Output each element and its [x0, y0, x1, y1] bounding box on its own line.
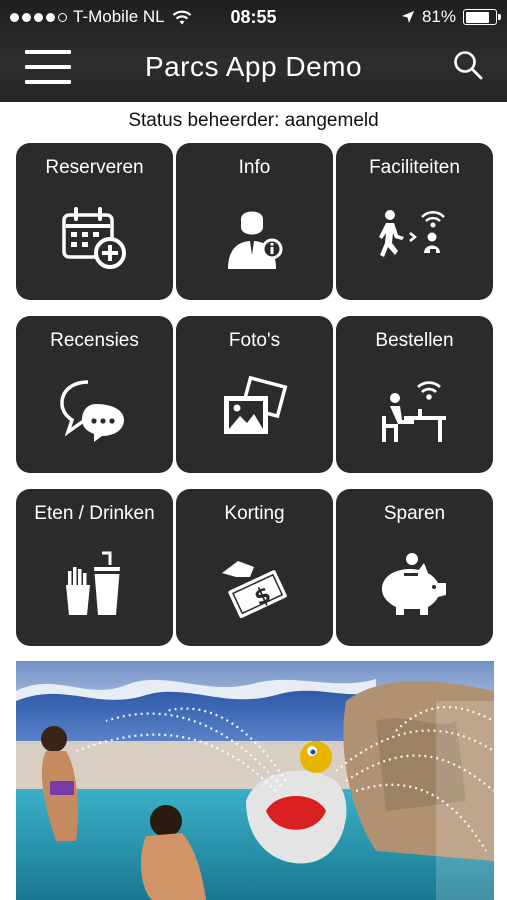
pool-photo — [16, 661, 494, 900]
location-arrow-icon — [401, 11, 414, 23]
tile-label: Bestellen — [375, 330, 454, 351]
photos-icon — [224, 376, 288, 434]
table-wifi-icon — [382, 381, 446, 442]
tile-label: Eten / Drinken — [34, 503, 155, 524]
calendar-add-icon — [62, 207, 126, 269]
tile-label: Foto's — [228, 330, 281, 351]
money-hand-icon: $ — [222, 561, 287, 619]
tile-korting[interactable]: Korting $ — [176, 489, 333, 646]
walking-wifi-icon — [379, 210, 445, 257]
tile-label: Recensies — [50, 330, 139, 351]
tile-fotos[interactable]: Foto's — [176, 316, 333, 473]
tile-label: Korting — [224, 503, 285, 524]
battery-icon — [463, 9, 501, 25]
tile-reserveren[interactable]: Reserveren — [16, 143, 173, 300]
tile-info[interactable]: Info — [176, 143, 333, 300]
tile-label: Reserveren — [45, 157, 144, 178]
search-icon[interactable] — [451, 49, 485, 83]
person-info-icon — [228, 211, 283, 269]
menu-grid: Reserveren Info Faciliteiten Recensies F… — [16, 143, 494, 647]
tile-label: Faciliteiten — [369, 157, 460, 178]
tile-label: Info — [238, 157, 271, 178]
fries-drink-icon — [66, 551, 120, 615]
battery-level — [465, 11, 489, 23]
nav-bar: Parcs App Demo — [0, 34, 507, 102]
tile-bestellen[interactable]: Bestellen — [336, 316, 493, 473]
tile-label: Sparen — [383, 503, 446, 524]
tile-recensies[interactable]: Recensies — [16, 316, 173, 473]
status-bar: T-Mobile NL 08:55 81% — [0, 0, 507, 34]
chat-bubbles-icon — [60, 380, 124, 442]
admin-status-text: Status beheerder: aangemeld — [128, 110, 379, 131]
tile-faciliteiten[interactable]: Faciliteiten — [336, 143, 493, 300]
tile-sparen[interactable]: Sparen — [336, 489, 493, 646]
battery-percent: 81% — [421, 7, 456, 26]
tile-eten-drinken[interactable]: Eten / Drinken — [16, 489, 173, 646]
piggy-bank-icon — [382, 553, 446, 615]
app-title: Parcs App Demo — [144, 51, 363, 82]
status-right: 81% — [401, 7, 501, 27]
